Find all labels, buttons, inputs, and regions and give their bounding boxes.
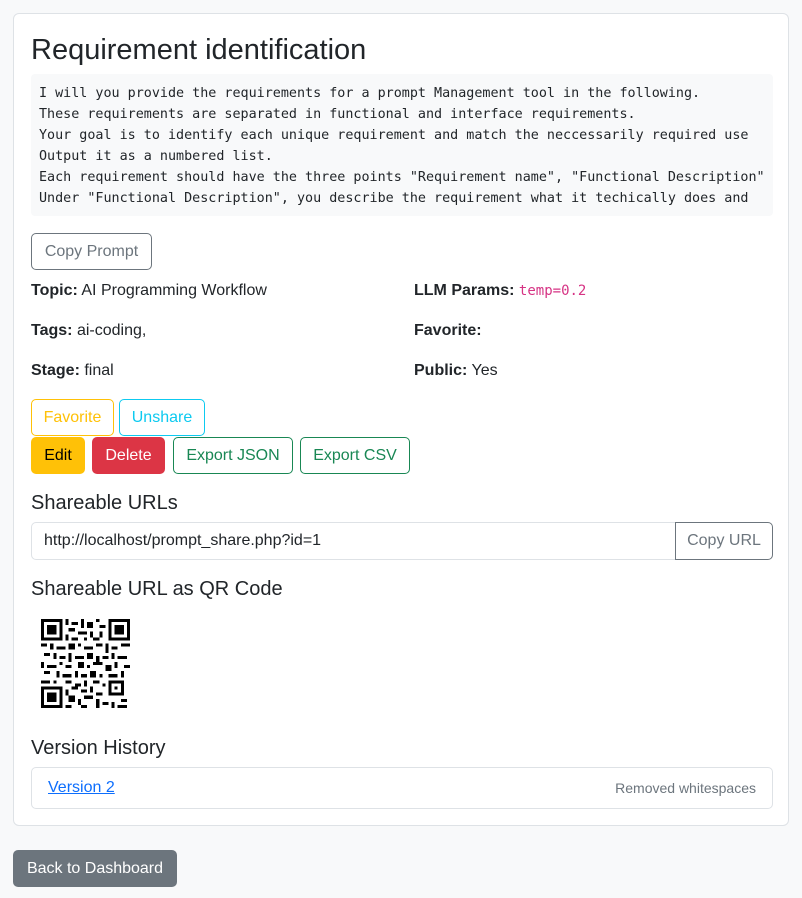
stage-value: final (84, 362, 114, 379)
qr-code-heading: Shareable URL as QR Code (31, 578, 283, 600)
public-value: Yes (471, 362, 498, 379)
topic-field: Topic: AI Programming Workflow (31, 281, 267, 301)
copy-url-button[interactable]: Copy URL (675, 522, 773, 560)
public-label: Public: (414, 362, 468, 379)
version-history-heading: Version History (31, 737, 166, 759)
prompt-text-block: I will you provide the requirements for … (31, 74, 773, 216)
tags-label: Tags: (31, 322, 73, 339)
version-note: Removed whitespaces (615, 780, 756, 796)
prompt-line: Each requirement should have the three p… (39, 170, 765, 185)
unshare-button[interactable]: Unshare (119, 399, 205, 436)
prompt-line: Under "Functional Description", you desc… (39, 191, 749, 206)
stage-label: Stage: (31, 362, 80, 379)
favorite-label: Favorite: (414, 322, 482, 339)
version-list-item: Version 2 Removed whitespaces (31, 767, 773, 809)
qr-code-image (41, 619, 130, 708)
llm-params-label: LLM Params: (414, 282, 515, 299)
topic-label: Topic: (31, 282, 78, 299)
tags-field: Tags: ai-coding, (31, 321, 146, 341)
topic-value: AI Programming Workflow (81, 282, 267, 299)
edit-button[interactable]: Edit (31, 437, 85, 474)
page-title: Requirement identification (31, 34, 367, 66)
stage-field: Stage: final (31, 361, 114, 381)
prompt-line: Your goal is to identify each unique req… (39, 128, 749, 143)
export-csv-button[interactable]: Export CSV (300, 437, 410, 474)
prompt-detail-card: Requirement identification I will you pr… (13, 13, 789, 826)
prompt-line: Output it as a numbered list. (39, 149, 273, 164)
share-url-field[interactable]: http://localhost/prompt_share.php?id=1 (31, 522, 676, 560)
favorite-button[interactable]: Favorite (31, 399, 114, 436)
prompt-line: These requirements are separated in func… (39, 107, 636, 122)
version-link[interactable]: Version 2 (48, 779, 115, 797)
tags-value: ai-coding, (76, 322, 147, 339)
llm-params-field: LLM Params: temp=0.2 (414, 281, 586, 301)
copy-prompt-button[interactable]: Copy Prompt (31, 233, 152, 270)
llm-params-value: temp=0.2 (518, 283, 587, 299)
favorite-field: Favorite: (414, 321, 482, 341)
shareable-urls-heading: Shareable URLs (31, 492, 178, 514)
public-field: Public: Yes (414, 361, 498, 381)
back-to-dashboard-button[interactable]: Back to Dashboard (13, 850, 177, 887)
prompt-line: I will you provide the requirements for … (39, 86, 701, 101)
delete-button[interactable]: Delete (92, 437, 165, 474)
export-json-button[interactable]: Export JSON (173, 437, 293, 474)
